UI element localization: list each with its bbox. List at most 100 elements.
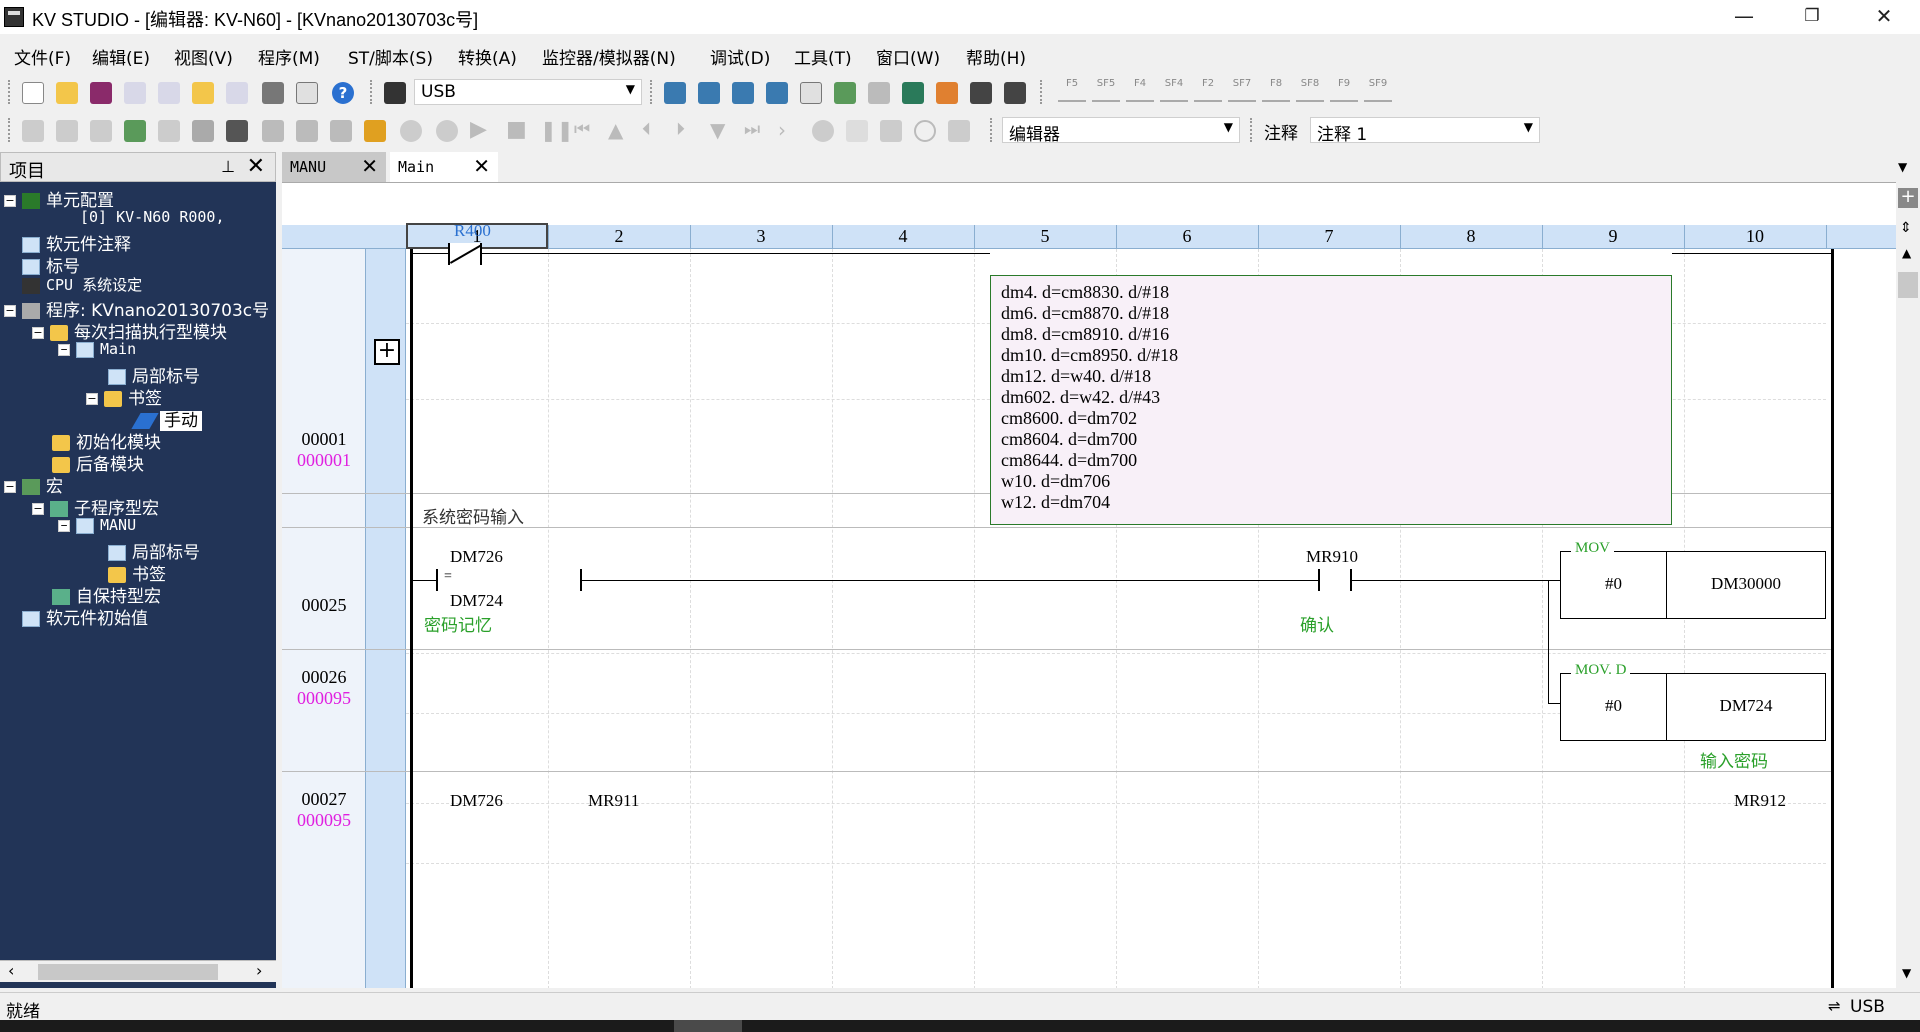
print-preview-icon[interactable] [296,82,318,104]
chart-icon[interactable] [834,82,856,104]
toolbar-grip[interactable] [990,118,993,142]
tree-item-cpu-settings[interactable]: CPU 系统设定 [22,274,142,296]
step-forward-icon[interactable]: › [778,120,800,142]
tree-item-standby-module[interactable]: 后备模块 [52,450,144,475]
watch-icon[interactable] [296,120,318,142]
menu-debug[interactable]: 调试(D) [710,44,770,69]
tree-item-bookmark[interactable]: − 书签 [86,384,162,409]
check-list-icon[interactable] [124,120,146,142]
sf4-contact-icon[interactable]: SF4 [1160,78,1188,102]
mov-instruction[interactable]: MOV #0 DM30000 [1560,540,1826,619]
tree-item-macro[interactable]: − 宏 [4,472,63,497]
menu-program[interactable]: 程序(M) [258,44,320,69]
comment-select[interactable]: 注释 1 ▼ [1310,117,1540,145]
device-list-icon[interactable] [1004,82,1026,104]
f2-coil-icon[interactable]: F2 [1194,78,1222,102]
tree-item-manu[interactable]: − MANU [58,516,136,538]
tree-item-init-module[interactable]: 初始化模块 [52,428,161,453]
script-block[interactable]: dm4. d=cm8830. d/#18 dm6. d=cm8870. d/#1… [990,275,1672,525]
tree-item-kv-n60[interactable]: [0] KV-N60 R000, [80,208,225,230]
compare-icon[interactable] [226,82,248,104]
sf9-icon[interactable]: SF9 [1364,78,1392,102]
sf5-contact-icon[interactable]: SF5 [1092,78,1120,102]
scroll-down-icon[interactable]: ▼ [1902,966,1911,980]
pen-icon[interactable] [22,120,44,142]
table-icon[interactable] [902,82,924,104]
restore-button[interactable]: ❐ [1784,0,1840,34]
menu-tools[interactable]: 工具(T) [794,44,852,69]
pause-icon[interactable]: ❚❚ [540,120,574,142]
trigger-icon[interactable] [330,120,352,142]
prev-icon[interactable]: ⏴ [642,120,664,142]
collapse-icon[interactable]: − [4,195,16,207]
collapse-icon[interactable]: − [4,481,16,493]
taskbar-app[interactable] [674,1020,742,1032]
tree-item-label-table[interactable]: 标号 [22,252,80,277]
sync-icon[interactable] [936,82,958,104]
verify-icon[interactable] [732,82,754,104]
device-icon[interactable] [970,82,992,104]
scroll-right-icon[interactable]: › [256,961,262,980]
toolbar-grip[interactable] [1040,80,1043,104]
first-icon[interactable]: ⏮ [574,120,596,142]
minimize-button[interactable]: — [1716,0,1772,34]
plc-icon[interactable] [384,82,406,104]
block-icon[interactable] [158,120,180,142]
toolbar-grip[interactable] [650,80,653,104]
split-icon[interactable]: ⇕ [1900,220,1912,236]
tree-item-manu-bookmark[interactable]: 书签 [108,560,166,585]
menu-file[interactable]: 文件(F) [14,44,71,69]
tree-item-manu-local-label[interactable]: 局部标号 [108,538,200,563]
step-icon[interactable] [262,120,284,142]
menu-help[interactable]: 帮助(H) [966,44,1026,69]
numbered-list-icon[interactable] [90,120,112,142]
sf8-icon[interactable]: SF8 [1296,78,1324,102]
compare-contact[interactable] [436,569,582,591]
menu-st-script[interactable]: ST/脚本(S) [348,44,433,69]
tab-list-icon[interactable]: ▼ [1898,160,1907,174]
last-icon[interactable]: ⏭ [744,120,766,142]
editor-v-scrollbar[interactable]: + ⇕ ▲ ▼ [1896,182,1920,988]
record-stop-icon[interactable] [436,120,458,142]
collapse-icon[interactable]: − [4,305,16,317]
contact-mr910[interactable] [1318,569,1352,591]
scroll-left-icon[interactable]: ‹ [8,961,14,980]
contact-r400[interactable] [448,243,483,265]
close-button[interactable]: ✕ [1856,0,1912,34]
toolbar-grip[interactable] [1250,118,1253,142]
rung-comment[interactable]: 系统密码输入 [422,503,524,528]
menu-convert[interactable]: 转换(A) [458,44,517,69]
scroll-thumb[interactable] [38,964,218,980]
copy-project-icon[interactable] [192,82,214,104]
add-icon[interactable]: + [1898,188,1918,208]
tree-item-unit-config[interactable]: − 单元配置 [4,186,114,211]
tab-main[interactable]: Main ✕ [390,152,498,182]
tree-item-device-init[interactable]: 软元件初始值 [22,604,148,629]
connection-select[interactable]: USB ▼ [414,79,642,105]
tree-item-device-comment[interactable]: 软元件注释 [22,230,131,255]
collapse-icon[interactable]: − [58,519,70,532]
tree-item-program[interactable]: − 程序: KVnano20130703c号 [4,296,269,321]
monitor-icon[interactable] [868,82,890,104]
search-icon[interactable] [800,82,822,104]
f8-icon[interactable]: F8 [1262,78,1290,102]
tree-item-subroutine-macro[interactable]: − 子程序型宏 [32,494,159,519]
new-file-icon[interactable] [22,82,44,104]
menu-monitor-simulator[interactable]: 监控器/模拟器(N) [542,44,676,69]
read-from-plc-icon[interactable] [664,82,686,104]
tree-item-main[interactable]: − Main [58,340,136,362]
scroll-thumb[interactable] [1898,272,1918,298]
close-icon[interactable]: ✕ [247,154,265,179]
toolbar-grip[interactable] [8,118,11,142]
tree-item-manual[interactable]: 手动 [131,406,202,431]
hand-icon[interactable] [846,120,868,142]
write-to-plc-icon[interactable] [698,82,720,104]
tab-manu[interactable]: MANU ✕ [282,152,386,182]
tree-item-self-hold-macro[interactable]: 自保持型宏 [52,582,161,607]
print-icon[interactable] [262,82,284,104]
help-icon[interactable]: ? [332,82,354,104]
tree-item-local-label[interactable]: 局部标号 [108,362,200,387]
ladder-editor[interactable]: 1 2 3 4 5 6 7 8 9 10 00001 000001 00025 … [282,182,1896,988]
pin-icon[interactable]: ⊥ [221,157,235,176]
grid-icon[interactable] [192,120,214,142]
